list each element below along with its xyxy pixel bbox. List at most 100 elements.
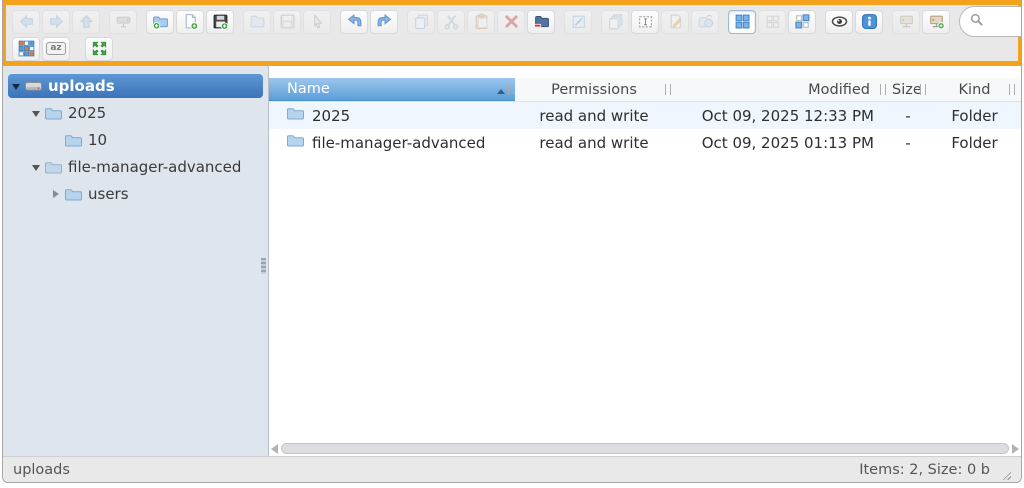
network-mount-add-button[interactable] [922,9,950,34]
open-button[interactable] [243,9,271,34]
search-clear-icon[interactable] [1020,12,1021,31]
folder-icon [44,106,64,121]
column-header-kind[interactable]: Kind [928,78,1021,101]
view-mosaic-button[interactable] [12,36,40,61]
file-manager-window: az uploads 2025 10 file-manager-advanced… [2,0,1022,483]
copy-button[interactable] [407,9,435,34]
file-name: 2025 [312,106,351,125]
small-grid-icon [764,13,781,30]
column-resize-handle[interactable] [880,84,886,95]
file-permissions: read and write [539,133,649,152]
column-resize-handle[interactable] [1009,84,1015,95]
mixed-grid-icon [794,13,811,30]
toolbar-row-1 [12,6,1021,37]
new-folder-button[interactable] [146,9,174,34]
search-input[interactable] [986,13,1018,30]
forward-button[interactable] [42,9,70,34]
scrollbar-thumb[interactable] [281,443,1009,454]
info-icon [861,13,878,30]
folder-tree-sidebar: uploads 2025 10 file-manager-advanced us [3,66,269,456]
undo-button[interactable] [340,9,368,34]
toolbar: az [3,0,1021,66]
upload-icon [212,13,229,30]
main-area: uploads 2025 10 file-manager-advanced us [3,66,1021,456]
caret-right-icon[interactable] [48,190,64,198]
file-size: - [905,133,911,152]
redo-icon [376,13,393,30]
tree-item-10[interactable]: 10 [8,128,263,152]
horizontal-scrollbar[interactable] [271,442,1019,455]
select-pointer-button[interactable] [303,9,331,34]
caret-down-icon[interactable] [28,106,44,121]
tree-item-uploads[interactable]: uploads [8,74,263,98]
arrow-right-icon [48,13,65,30]
folder-icon [286,106,305,125]
paste-button[interactable] [467,9,495,34]
upload-button[interactable] [206,9,234,34]
view-sort-button[interactable] [788,9,816,34]
caret-down-icon[interactable] [8,79,24,94]
view-icons-button[interactable] [728,9,756,34]
edit-file-button[interactable] [661,9,689,34]
tree-item-users[interactable]: users [8,182,263,206]
new-file-icon [182,13,199,30]
network-mount-icon [898,13,915,30]
drive-icon [24,79,44,94]
empty-folder-button[interactable] [527,9,555,34]
network-mount-add-icon [928,13,945,30]
column-resize-handle[interactable] [665,84,671,95]
column-header-name[interactable]: Name [269,78,515,101]
undo-icon [346,13,363,30]
folder-icon [286,133,305,152]
back-button[interactable] [12,9,40,34]
search-box [959,6,1021,37]
save-button[interactable] [273,9,301,34]
new-file-button[interactable] [176,9,204,34]
archive-icon [697,13,714,30]
column-resize-handle[interactable] [508,84,514,95]
file-modified: Oct 09, 2025 01:13 PM [701,133,874,152]
delete-x-icon [503,13,520,30]
column-header-size[interactable]: Size [888,78,928,101]
archive-button[interactable] [691,9,719,34]
caret-down-icon[interactable] [28,160,44,175]
column-header-permissions[interactable]: Permissions [515,78,673,101]
file-kind: Folder [951,133,998,152]
paste-icon [473,13,490,30]
save-icon [279,13,296,30]
file-modified: Oct 09, 2025 12:33 PM [701,106,874,125]
scroll-left-arrow-icon[interactable] [271,443,278,454]
tree-item-label: 10 [88,131,108,149]
preview-button[interactable] [825,9,853,34]
toolbar-row-2: az [12,36,1012,61]
resize-image-button[interactable] [564,9,592,34]
tree-item-2025[interactable]: 2025 [8,101,263,125]
delete-button[interactable] [497,9,525,34]
file-size: - [905,106,911,125]
column-resize-handle[interactable] [920,84,926,95]
select-all-button[interactable] [631,9,659,34]
scroll-right-arrow-icon[interactable] [1012,443,1019,454]
file-name: file-manager-advanced [312,133,486,152]
redo-button[interactable] [370,9,398,34]
tree-item-file-manager-advanced[interactable]: file-manager-advanced [8,155,263,179]
sort-by-name-button[interactable]: az [42,36,70,61]
network-drive-button[interactable] [109,9,137,34]
info-button[interactable] [855,9,883,34]
file-row-file-manager-advanced[interactable]: file-manager-advanced read and write Oct… [269,129,1021,156]
az-sort-icon: az [46,42,66,55]
cut-button[interactable] [437,9,465,34]
resize-grip[interactable] [1000,469,1011,480]
network-mount-button[interactable] [892,9,920,34]
duplicate-button[interactable] [601,9,629,34]
table-header-row: Name Permissions Modified Size Kind [269,78,1021,102]
resize-icon [570,13,587,30]
fullscreen-button[interactable] [85,36,113,61]
file-list-pane: Name Permissions Modified Size Kind 2025… [269,66,1021,456]
view-compact-button[interactable] [758,9,786,34]
up-button[interactable] [72,9,100,34]
column-header-modified[interactable]: Modified [673,78,888,101]
grid-view-icon [734,13,751,30]
file-row-2025[interactable]: 2025 read and write Oct 09, 2025 12:33 P… [269,102,1021,129]
sidebar-resize-handle[interactable] [261,258,266,274]
